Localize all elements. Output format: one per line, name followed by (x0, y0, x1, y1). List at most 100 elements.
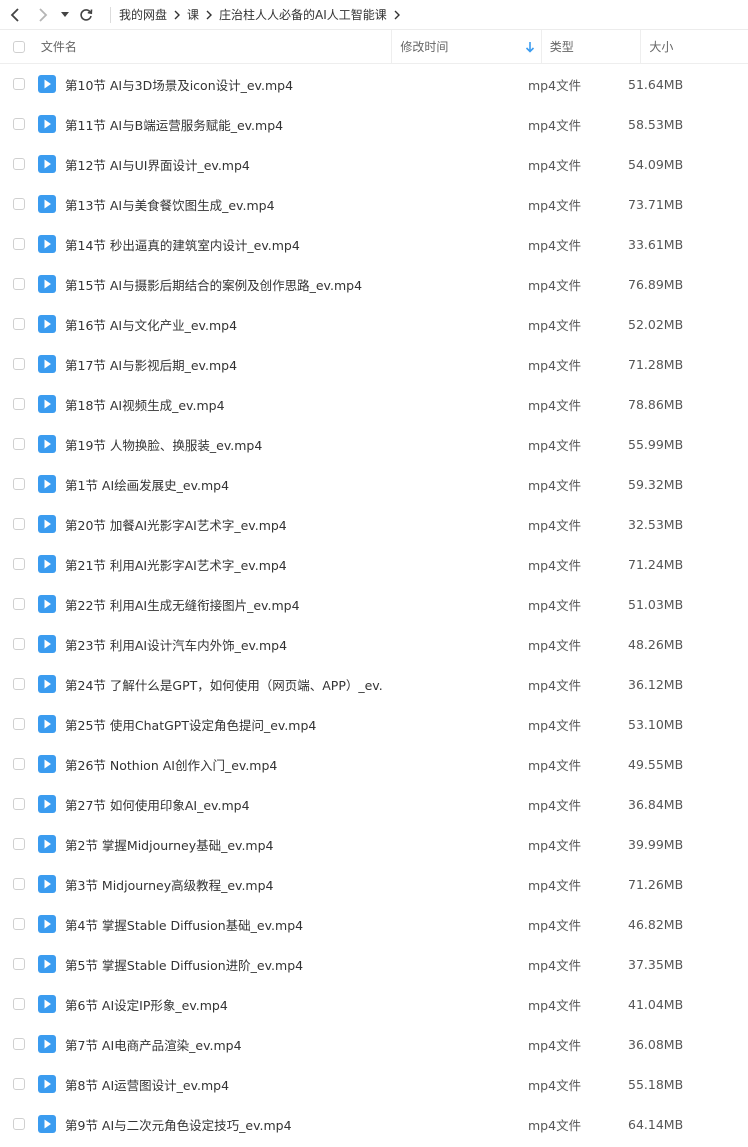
file-name[interactable]: 第17节 AI与影视后期_ev.mp4 (65, 355, 383, 374)
file-name[interactable]: 第18节 AI视频生成_ev.mp4 (65, 395, 383, 414)
file-name[interactable]: 第1节 AI绘画发展史_ev.mp4 (65, 475, 383, 494)
file-name[interactable]: 第2节 掌握Midjourney基础_ev.mp4 (65, 835, 383, 854)
row-checkbox[interactable] (13, 678, 25, 690)
file-name[interactable]: 第24节 了解什么是GPT，如何使用（网页端、APP）_ev.... (65, 675, 383, 694)
row-checkbox[interactable] (13, 518, 25, 530)
row-checkbox[interactable] (13, 78, 25, 90)
row-checkbox[interactable] (13, 998, 25, 1010)
table-row[interactable]: 第10节 AI与3D场景及icon设计_ev.mp4 mp4文件 51.64MB (0, 64, 748, 104)
row-checkbox[interactable] (13, 878, 25, 890)
table-row[interactable]: 第8节 AI运营图设计_ev.mp4 mp4文件 55.18MB (0, 1064, 748, 1104)
table-row[interactable]: 第24节 了解什么是GPT，如何使用（网页端、APP）_ev.... mp4文件 3… (0, 664, 748, 704)
file-name[interactable]: 第23节 利用AI设计汽车内外饰_ev.mp4 (65, 635, 383, 654)
table-row[interactable]: 第9节 AI与二次元角色设定技巧_ev.mp4 mp4文件 64.14MB (0, 1104, 748, 1144)
table-row[interactable]: 第5节 掌握Stable Diffusion进阶_ev.mp4 mp4文件 37.3… (0, 944, 748, 984)
history-dropdown-button[interactable] (58, 3, 72, 27)
table-row[interactable]: 第12节 AI与UI界面设计_ev.mp4 mp4文件 54.09MB (0, 144, 748, 184)
file-name[interactable]: 第12节 AI与UI界面设计_ev.mp4 (65, 155, 383, 174)
row-checkbox[interactable] (13, 1038, 25, 1050)
column-header-size[interactable]: 大小 (640, 29, 748, 64)
file-name[interactable]: 第25节 使用ChatGPT设定角色提问_ev.mp4 (65, 715, 383, 734)
file-name[interactable]: 第20节 加餐AI光影字AI艺术字_ev.mp4 (65, 515, 383, 534)
table-row[interactable]: 第19节 人物换脸、换服装_ev.mp4 mp4文件 55.99MB (0, 424, 748, 464)
file-name[interactable]: 第16节 AI与文化产业_ev.mp4 (65, 315, 383, 334)
file-name[interactable]: 第7节 AI电商产品渲染_ev.mp4 (65, 1035, 383, 1054)
file-name[interactable]: 第13节 AI与美食餐饮图生成_ev.mp4 (65, 195, 383, 214)
file-name[interactable]: 第14节 秒出逼真的建筑室内设计_ev.mp4 (65, 235, 383, 254)
table-row[interactable]: 第6节 AI设定IP形象_ev.mp4 mp4文件 41.04MB (0, 984, 748, 1024)
file-type: mp4文件 (528, 397, 582, 413)
row-checkbox[interactable] (13, 1078, 25, 1090)
breadcrumb-item-root[interactable]: 我的网盘 (119, 6, 167, 23)
row-checkbox[interactable] (13, 558, 25, 570)
row-checkbox[interactable] (13, 358, 25, 370)
select-all-checkbox[interactable] (12, 40, 25, 53)
row-checkbox[interactable] (13, 238, 25, 250)
file-name[interactable]: 第15节 AI与摄影后期结合的案例及创作思路_ev.mp4 (65, 275, 383, 294)
row-checkbox[interactable] (13, 398, 25, 410)
table-row[interactable]: 第27节 如何使用印象AI_ev.mp4 mp4文件 36.84MB (0, 784, 748, 824)
table-row[interactable]: 第17节 AI与影视后期_ev.mp4 mp4文件 71.28MB (0, 344, 748, 384)
row-checkbox[interactable] (13, 278, 25, 290)
file-name[interactable]: 第5节 掌握Stable Diffusion进阶_ev.mp4 (65, 955, 383, 974)
row-checkbox[interactable] (13, 598, 25, 610)
table-row[interactable]: 第23节 利用AI设计汽车内外饰_ev.mp4 mp4文件 48.26MB (0, 624, 748, 664)
file-name[interactable]: 第4节 掌握Stable Diffusion基础_ev.mp4 (65, 915, 383, 934)
table-row[interactable]: 第14节 秒出逼真的建筑室内设计_ev.mp4 mp4文件 33.61MB (0, 224, 748, 264)
table-row[interactable]: 第1节 AI绘画发展史_ev.mp4 mp4文件 59.32MB (0, 464, 748, 504)
back-button[interactable] (6, 3, 26, 27)
breadcrumb-item-course[interactable]: 课 (187, 6, 199, 23)
row-checkbox-cell (0, 318, 38, 330)
table-row[interactable]: 第4节 掌握Stable Diffusion基础_ev.mp4 mp4文件 46.8… (0, 904, 748, 944)
forward-button[interactable] (32, 3, 52, 27)
row-checkbox[interactable] (13, 438, 25, 450)
row-checkbox[interactable] (13, 918, 25, 930)
column-header-name[interactable]: 文件名 (38, 30, 392, 64)
table-row[interactable]: 第22节 利用AI生成无缝衔接图片_ev.mp4 mp4文件 51.03MB (0, 584, 748, 624)
file-name[interactable]: 第21节 利用AI光影字AI艺术字_ev.mp4 (65, 555, 383, 574)
chevron-right-icon[interactable] (393, 10, 401, 20)
table-row[interactable]: 第20节 加餐AI光影字AI艺术字_ev.mp4 mp4文件 32.53MB (0, 504, 748, 544)
row-checkbox[interactable] (13, 318, 25, 330)
row-checkbox[interactable] (13, 118, 25, 130)
row-checkbox-cell (0, 998, 38, 1010)
table-row[interactable]: 第25节 使用ChatGPT设定角色提问_ev.mp4 mp4文件 53.10MB (0, 704, 748, 744)
table-row[interactable]: 第3节 Midjourney高级教程_ev.mp4 mp4文件 71.26MB (0, 864, 748, 904)
file-name[interactable]: 第27节 如何使用印象AI_ev.mp4 (65, 795, 383, 814)
file-name[interactable]: 第11节 AI与B端运营服务赋能_ev.mp4 (65, 115, 383, 134)
file-name[interactable]: 第26节 Nothion AI创作入门_ev.mp4 (65, 755, 383, 774)
row-checkbox[interactable] (13, 958, 25, 970)
row-checkbox[interactable] (13, 718, 25, 730)
column-header-type[interactable]: 类型 (540, 29, 641, 64)
table-row[interactable]: 第15节 AI与摄影后期结合的案例及创作思路_ev.mp4 mp4文件 76.89M… (0, 264, 748, 304)
table-row[interactable]: 第2节 掌握Midjourney基础_ev.mp4 mp4文件 39.99MB (0, 824, 748, 864)
row-checkbox[interactable] (13, 758, 25, 770)
table-row[interactable]: 第7节 AI电商产品渲染_ev.mp4 mp4文件 36.08MB (0, 1024, 748, 1064)
row-checkbox[interactable] (13, 838, 25, 850)
file-name[interactable]: 第3节 Midjourney高级教程_ev.mp4 (65, 875, 383, 894)
table-row[interactable]: 第11节 AI与B端运营服务赋能_ev.mp4 mp4文件 58.53MB (0, 104, 748, 144)
file-name[interactable]: 第19节 人物换脸、换服装_ev.mp4 (65, 435, 383, 454)
file-name[interactable]: 第8节 AI运营图设计_ev.mp4 (65, 1075, 383, 1094)
file-name[interactable]: 第6节 AI设定IP形象_ev.mp4 (65, 995, 383, 1014)
file-type: mp4文件 (528, 677, 582, 693)
file-type: mp4文件 (528, 237, 582, 253)
file-name[interactable]: 第22节 利用AI生成无缝衔接图片_ev.mp4 (65, 595, 383, 614)
row-checkbox[interactable] (13, 478, 25, 490)
table-row[interactable]: 第18节 AI视频生成_ev.mp4 mp4文件 78.86MB (0, 384, 748, 424)
table-row[interactable]: 第16节 AI与文化产业_ev.mp4 mp4文件 52.02MB (0, 304, 748, 344)
file-name[interactable]: 第10节 AI与3D场景及icon设计_ev.mp4 (65, 75, 383, 94)
refresh-button[interactable] (76, 3, 96, 27)
table-row[interactable]: 第21节 利用AI光影字AI艺术字_ev.mp4 mp4文件 71.24MB (0, 544, 748, 584)
table-row[interactable]: 第13节 AI与美食餐饮图生成_ev.mp4 mp4文件 73.71MB (0, 184, 748, 224)
breadcrumb-item-current[interactable]: 庄治柱人人必备的AI人工智能课 (219, 6, 387, 23)
row-checkbox[interactable] (13, 638, 25, 650)
row-checkbox[interactable] (13, 158, 25, 170)
column-header-modified[interactable]: 修改时间 (391, 29, 540, 64)
row-checkbox[interactable] (13, 798, 25, 810)
row-checkbox-cell (0, 1078, 38, 1090)
file-name[interactable]: 第9节 AI与二次元角色设定技巧_ev.mp4 (65, 1115, 383, 1134)
row-checkbox[interactable] (13, 198, 25, 210)
table-row[interactable]: 第26节 Nothion AI创作入门_ev.mp4 mp4文件 49.55MB (0, 744, 748, 784)
row-checkbox[interactable] (13, 1118, 25, 1130)
